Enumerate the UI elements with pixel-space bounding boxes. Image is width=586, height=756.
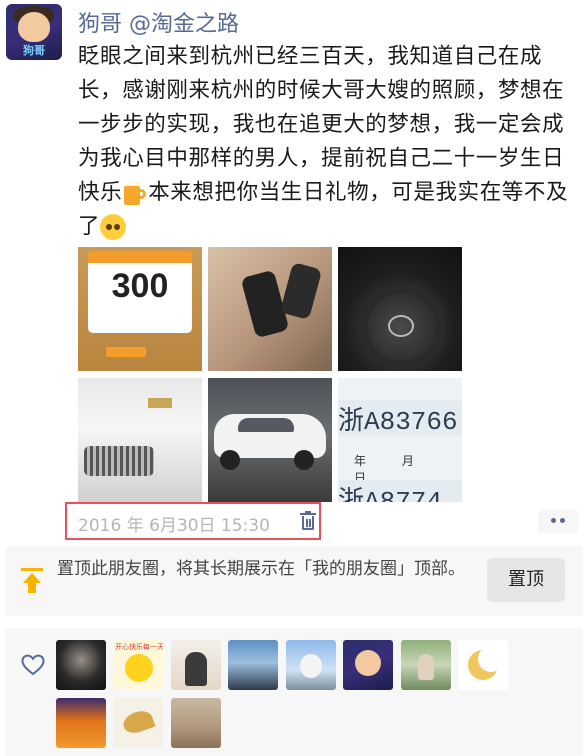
photo-white-car[interactable] <box>208 378 332 502</box>
heart-icon <box>21 654 45 676</box>
shy-emoji-icon <box>100 214 127 240</box>
liker-avatar[interactable] <box>171 640 221 690</box>
photo-grid: 300 浙A83766 年 月 日 浙A8774 <box>78 247 462 502</box>
dot-icon <box>560 518 565 523</box>
liker-avatar[interactable] <box>228 640 278 690</box>
photo-300-days-app[interactable]: 300 <box>78 247 202 371</box>
dot-icon <box>551 518 556 523</box>
license-plate-text: 浙A83766 <box>338 400 462 436</box>
photo-license-plate[interactable]: 浙A83766 年 月 日 浙A8774 <box>338 378 462 502</box>
liker-avatar[interactable] <box>56 640 106 690</box>
photo-car-front[interactable] <box>78 378 202 502</box>
post-timestamp: 2016 年 6月30日 15:30 <box>78 516 270 536</box>
post-text-part2: 本来想把你当生日礼物，可是我实在等不及了 <box>78 180 569 239</box>
liker-avatar[interactable]: 开心快乐每一天 <box>113 640 163 690</box>
poster-avatar[interactable]: 狗哥 <box>6 4 62 60</box>
beer-emoji-icon <box>123 180 147 206</box>
likes-panel: 开心快乐每一天 <box>5 628 583 756</box>
post-text: 眨眼之间来到杭州已经三百天，我知道自己在成长，感谢刚来杭州的时候大哥大嫂的照顾，… <box>78 40 578 244</box>
liker-avatar[interactable] <box>171 698 221 748</box>
avatar-label: 狗哥 <box>23 44 45 57</box>
more-options-button[interactable] <box>538 509 578 533</box>
liker-avatar[interactable] <box>458 640 508 690</box>
liker-avatar[interactable] <box>286 640 336 690</box>
liker-banner-text: 开心快乐每一天 <box>115 643 163 651</box>
pin-to-top-button[interactable]: 置顶 <box>487 558 565 602</box>
pin-post-panel: 置顶此朋友圈，将其长期展示在「我的朋友圈」顶部。 置顶 <box>5 546 583 616</box>
pin-description: 置顶此朋友圈，将其长期展示在「我的朋友圈」顶部。 <box>57 559 465 579</box>
liker-avatar[interactable] <box>56 698 106 748</box>
photo-steering-wheel[interactable] <box>338 247 462 371</box>
liker-avatar[interactable] <box>113 698 163 748</box>
photo-car-keys[interactable] <box>208 247 332 371</box>
photo-counter-value: 300 <box>111 267 169 305</box>
poster-username[interactable]: 狗哥 @淘金之路 <box>78 6 239 38</box>
delete-trash-icon[interactable] <box>299 511 317 531</box>
pin-to-top-icon <box>21 568 43 594</box>
liker-avatar[interactable] <box>343 640 393 690</box>
liker-avatar[interactable] <box>401 640 451 690</box>
license-plate-text-2: 浙A8774 <box>338 480 462 502</box>
